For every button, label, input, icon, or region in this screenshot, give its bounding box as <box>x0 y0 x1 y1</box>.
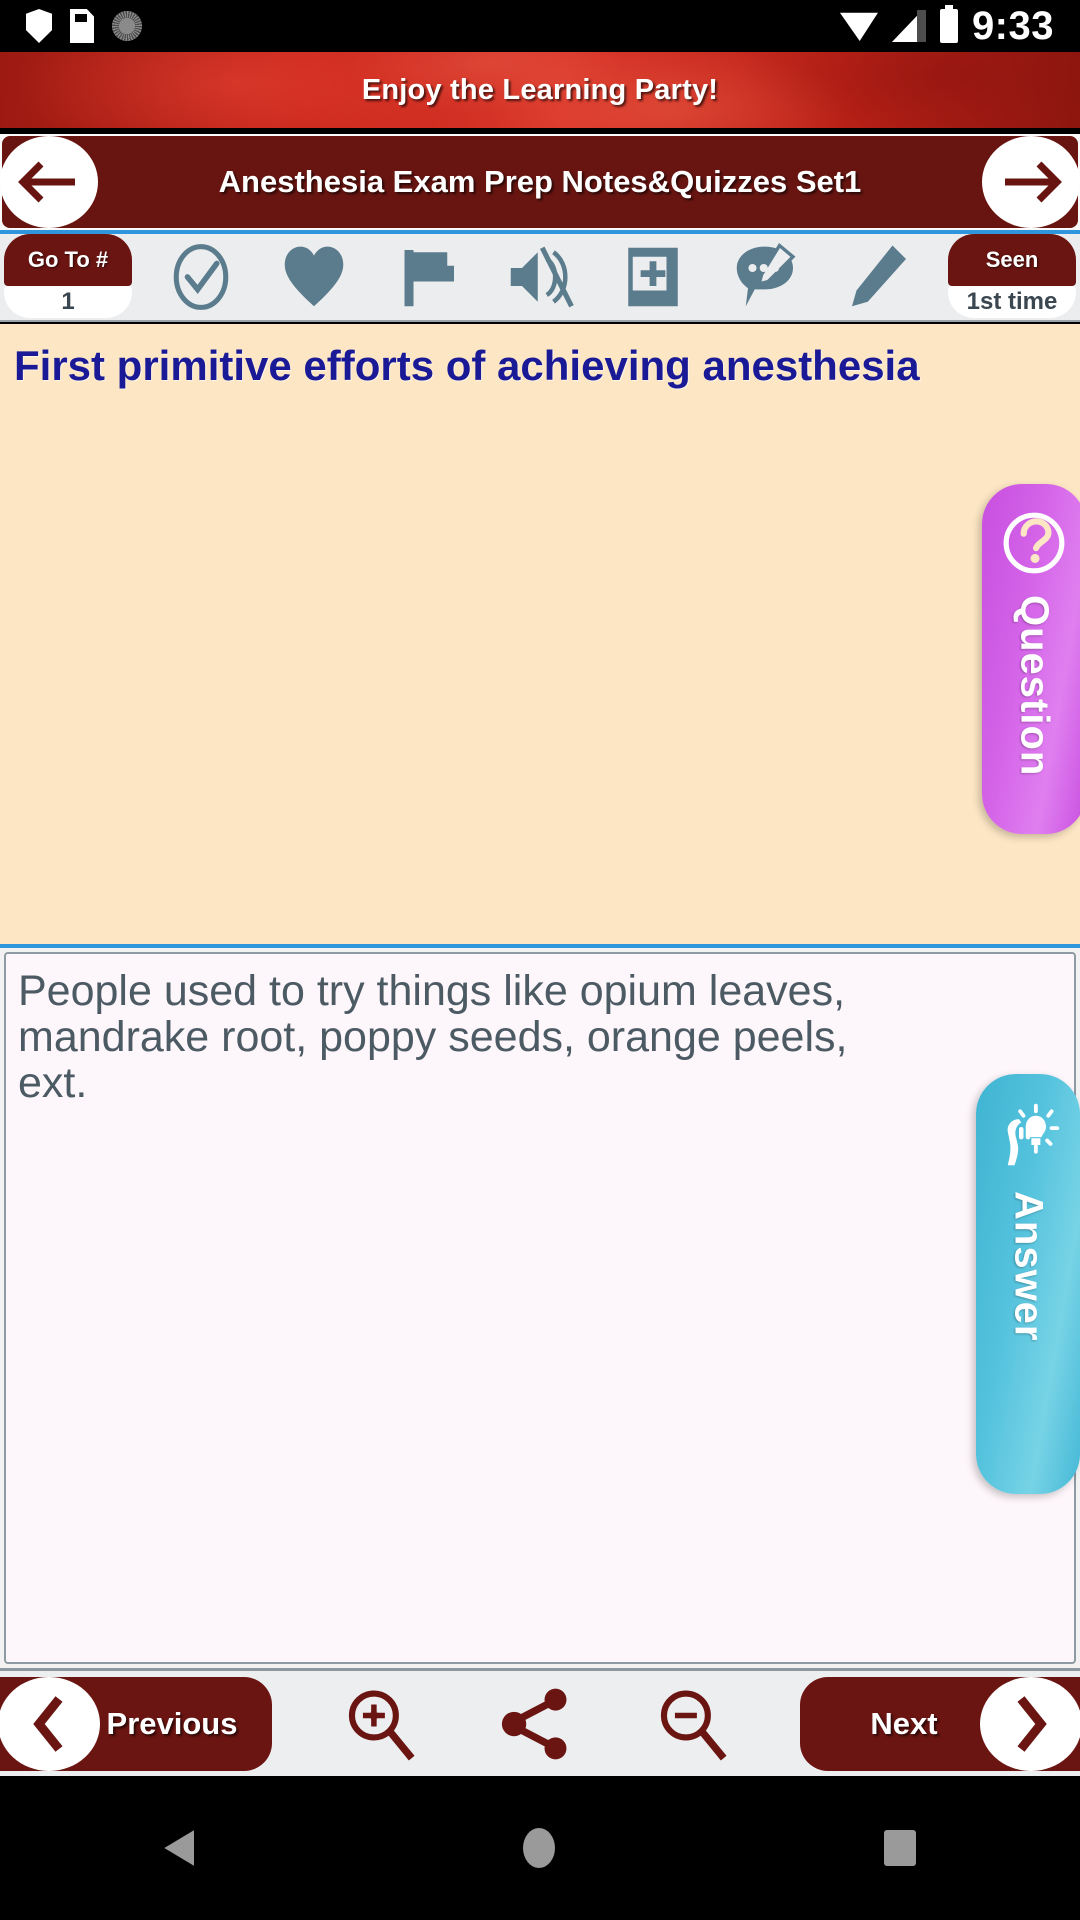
answer-text: People used to try things like opium lea… <box>18 967 848 1107</box>
question-text: First primitive efforts of achieving ane… <box>14 342 920 389</box>
wifi-icon <box>839 12 878 41</box>
question-card[interactable]: First primitive efforts of achieving ane… <box>0 324 1080 948</box>
goto-stepper[interactable]: Go To # 1 <box>0 234 136 320</box>
pencil-icon <box>852 245 907 307</box>
home-circle-icon[interactable] <box>522 1828 555 1868</box>
add-to-list-icon <box>628 247 678 307</box>
arrow-right-icon <box>1005 161 1062 203</box>
answer-tab-label: Answer <box>1006 1191 1051 1342</box>
answer-card-body: People used to try things like opium lea… <box>4 952 1080 1664</box>
battery-icon <box>939 5 958 43</box>
magnifier-minus-icon <box>660 1689 727 1760</box>
previous-button[interactable]: Previous <box>0 1676 272 1771</box>
question-tab-label: Question <box>1012 595 1057 777</box>
chevron-right-icon <box>1017 1695 1047 1752</box>
mark-done-button[interactable] <box>159 235 243 319</box>
bottom-tool-group <box>272 1676 800 1772</box>
flag-button[interactable] <box>385 235 469 319</box>
mark-done-icon <box>173 244 228 310</box>
shield-icon <box>26 9 52 43</box>
recents-square-icon[interactable] <box>883 1830 916 1866</box>
goto-label[interactable]: Go To # <box>4 234 132 286</box>
back-triangle-icon[interactable] <box>164 1830 195 1866</box>
title-bar-background: Anesthesia Exam Prep Notes&Quizzes Set1 <box>2 136 1078 228</box>
favorite-heart-icon <box>284 246 343 307</box>
zoom-in-button[interactable] <box>332 1676 428 1772</box>
next-circle[interactable] <box>980 1676 1080 1771</box>
mute-speaker-icon <box>510 246 574 308</box>
bottom-navigation-bar: Previous Next <box>0 1668 1080 1776</box>
question-mark-icon <box>1001 510 1067 581</box>
hand-lightbulb-icon <box>992 1100 1064 1177</box>
status-bar-right-icons: 9:33 <box>839 3 1054 49</box>
promo-banner[interactable]: Enjoy the Learning Party! <box>0 52 1080 128</box>
annotate-button[interactable] <box>724 235 808 319</box>
previous-circle[interactable] <box>0 1676 100 1771</box>
action-toolbar: Go To # 1 Seen 1st time <box>0 230 1080 322</box>
seen-label[interactable]: Seen <box>948 234 1076 286</box>
android-status-bar: 9:33 <box>0 0 1080 52</box>
promo-banner-text: Enjoy the Learning Party! <box>361 73 719 106</box>
add-to-list-button[interactable] <box>611 235 695 319</box>
share-button[interactable] <box>488 1676 584 1772</box>
forward-button[interactable] <box>982 136 1080 228</box>
seen-indicator[interactable]: Seen 1st time <box>944 234 1080 320</box>
answer-tab[interactable]: Answer <box>976 1074 1080 1494</box>
gear-icon <box>112 11 142 41</box>
title-bar: Anesthesia Exam Prep Notes&Quizzes Set1 <box>0 134 1080 230</box>
favorite-button[interactable] <box>272 235 356 319</box>
answer-card[interactable]: People used to try things like opium lea… <box>0 948 1080 1668</box>
goto-value[interactable]: 1 <box>4 286 132 318</box>
app-screen: 9:33 Enjoy the Learning Party! Anesthesi… <box>0 0 1080 1920</box>
flag-icon <box>404 250 454 307</box>
zoom-out-button[interactable] <box>644 1676 740 1772</box>
cellular-signal-icon <box>892 10 926 42</box>
share-icon <box>501 1688 567 1759</box>
android-nav-bar <box>0 1776 1080 1920</box>
chevron-left-icon <box>33 1695 63 1752</box>
page-title: Anesthesia Exam Prep Notes&Quizzes Set1 <box>218 164 862 199</box>
mute-button[interactable] <box>498 235 582 319</box>
seen-value: 1st time <box>948 286 1076 318</box>
question-tab[interactable]: Question <box>982 484 1080 834</box>
status-bar-clock: 9:33 <box>971 3 1054 48</box>
edit-button[interactable] <box>837 235 921 319</box>
magnifier-plus-icon <box>348 1689 415 1760</box>
status-bar-left-icons <box>26 9 142 43</box>
toolbar-icon-group <box>136 234 944 320</box>
arrow-left-icon <box>18 161 75 203</box>
sd-card-icon <box>70 9 94 43</box>
comment-edit-icon <box>737 242 796 307</box>
next-button[interactable]: Next <box>800 1676 1080 1771</box>
back-button[interactable] <box>0 136 98 228</box>
